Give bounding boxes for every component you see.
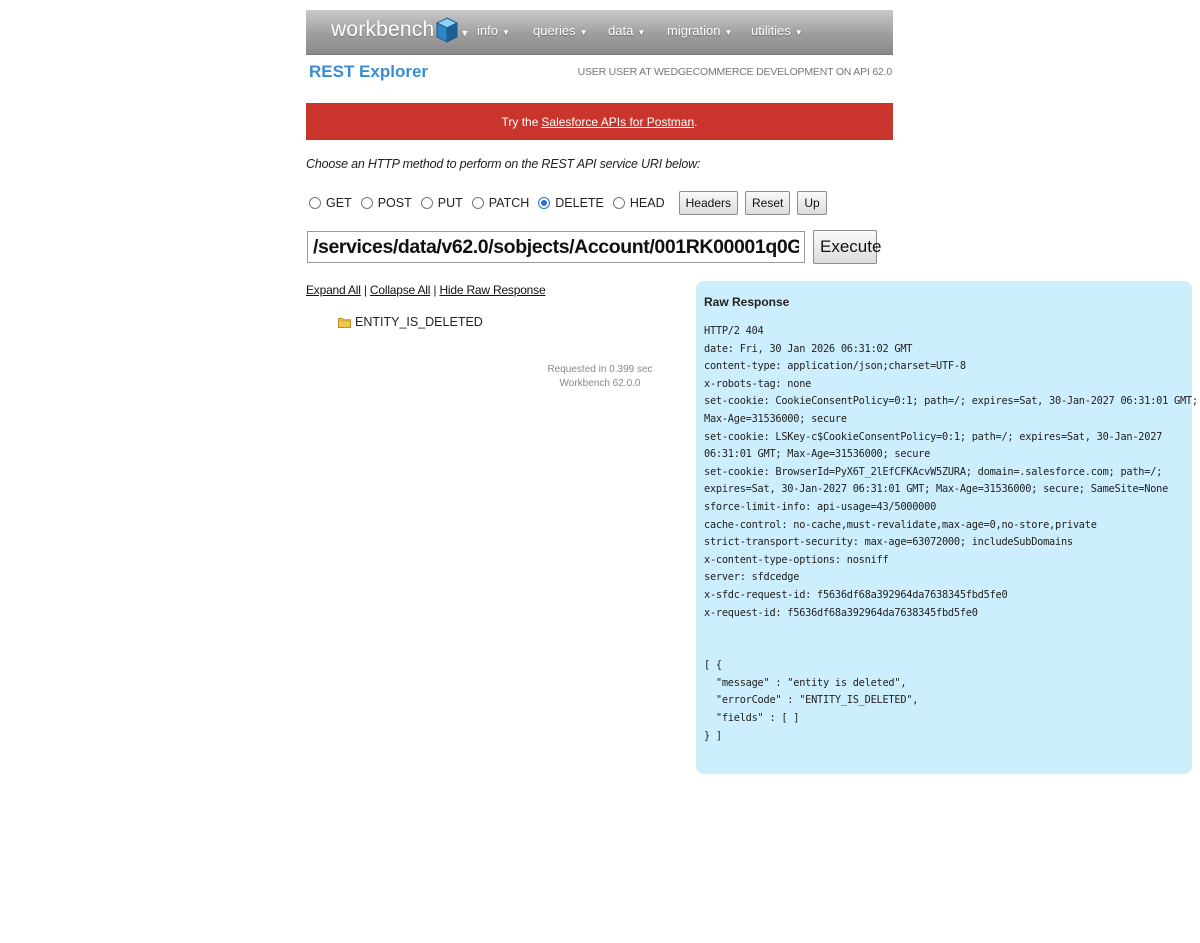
page-title: REST Explorer xyxy=(309,62,429,81)
raw-response-title: Raw Response xyxy=(704,295,790,309)
menu-queries[interactable]: queries ▼ xyxy=(533,23,588,38)
raw-response-panel: Raw Response HTTP/2 404 date: Fri, 30 Ja… xyxy=(696,281,1198,774)
uri-input[interactable] xyxy=(307,231,805,263)
postman-link[interactable]: Salesforce APIs for Postman xyxy=(541,115,694,129)
instructions-text: Choose an HTTP method to perform on the … xyxy=(306,157,701,171)
logo-text: workbench xyxy=(331,18,435,41)
chevron-down-icon: ▼ xyxy=(637,28,646,37)
method-label: PATCH xyxy=(488,196,530,210)
chevron-down-icon: ▼ xyxy=(579,28,588,37)
radio-button[interactable] xyxy=(360,197,373,209)
method-delete[interactable]: DELETE xyxy=(538,196,604,210)
menu-label: queries xyxy=(533,23,576,38)
http-method-selector: GET POST PUT PATCH DELETE HEAD Headers R… xyxy=(309,190,834,216)
chevron-down-icon: ▼ xyxy=(460,28,470,38)
method-label: PUT xyxy=(437,196,463,210)
chevron-down-icon: ▼ xyxy=(724,28,733,37)
menu-utilities[interactable]: utilities ▼ xyxy=(751,23,803,38)
method-patch[interactable]: PATCH xyxy=(471,196,530,210)
menu-label: migration xyxy=(667,23,721,38)
radio-button[interactable] xyxy=(612,197,625,209)
top-navbar: workbench ▼ info ▼ queries ▼ data ▼ migrati… xyxy=(306,10,893,55)
expand-all-link[interactable]: Expand All xyxy=(306,283,361,297)
collapse-all-link[interactable]: Collapse All xyxy=(370,283,431,297)
method-put[interactable]: PUT xyxy=(420,196,463,210)
request-timing: Requested in 0.399 sec Workbench 62.0.0 xyxy=(530,363,670,391)
cube-icon xyxy=(436,17,459,43)
banner-prefix: Try the xyxy=(501,114,539,129)
promo-banner: Try the Salesforce APIs for Postman . xyxy=(306,103,893,140)
menu-migration[interactable]: migration ▼ xyxy=(667,23,732,38)
banner-suffix: . xyxy=(694,114,698,129)
link-separator: | xyxy=(433,283,437,297)
menu-data[interactable]: data ▼ xyxy=(608,23,645,38)
link-separator: | xyxy=(363,283,367,297)
chevron-down-icon: ▼ xyxy=(794,28,803,37)
menu-label: data xyxy=(608,23,634,38)
method-head[interactable]: HEAD xyxy=(612,196,665,210)
tree-node[interactable]: ENTITY_IS_DELETED xyxy=(338,315,483,329)
method-label: POST xyxy=(377,196,412,210)
folder-icon xyxy=(338,317,351,328)
radio-button[interactable] xyxy=(309,197,321,209)
chevron-down-icon: ▼ xyxy=(501,28,510,37)
user-info: USER USER AT WEDGECOMMERCE DEVELOPMENT O… xyxy=(577,66,893,78)
response-view-links: Expand All | Collapse All | Hide Raw Res… xyxy=(306,283,546,297)
method-post[interactable]: POST xyxy=(360,196,412,210)
radio-button[interactable] xyxy=(420,197,433,209)
reset-button[interactable]: Reset xyxy=(745,191,791,215)
workbench-logo[interactable]: workbench ▼ xyxy=(331,17,469,43)
menu-info[interactable]: info ▼ xyxy=(477,23,510,38)
execute-button[interactable]: Execute xyxy=(813,230,881,264)
method-get[interactable]: GET xyxy=(309,196,352,210)
radio-button-selected[interactable] xyxy=(538,197,551,209)
requested-time: Requested in 0.399 sec xyxy=(547,364,653,375)
up-button[interactable]: Up xyxy=(797,191,827,215)
radio-button[interactable] xyxy=(471,197,484,209)
workbench-version: Workbench 62.0.0 xyxy=(559,378,641,389)
method-label: DELETE xyxy=(555,196,604,210)
menu-label: info xyxy=(477,23,498,38)
hide-raw-response-link[interactable]: Hide Raw Response xyxy=(439,283,545,297)
tree-node-label: ENTITY_IS_DELETED xyxy=(355,315,483,329)
raw-response-body: HTTP/2 404 date: Fri, 30 Jan 2026 06:31:… xyxy=(704,325,1198,742)
method-label: HEAD xyxy=(629,196,665,210)
method-label: GET xyxy=(326,196,352,210)
menu-label: utilities xyxy=(751,23,791,38)
headers-button[interactable]: Headers xyxy=(678,191,738,215)
